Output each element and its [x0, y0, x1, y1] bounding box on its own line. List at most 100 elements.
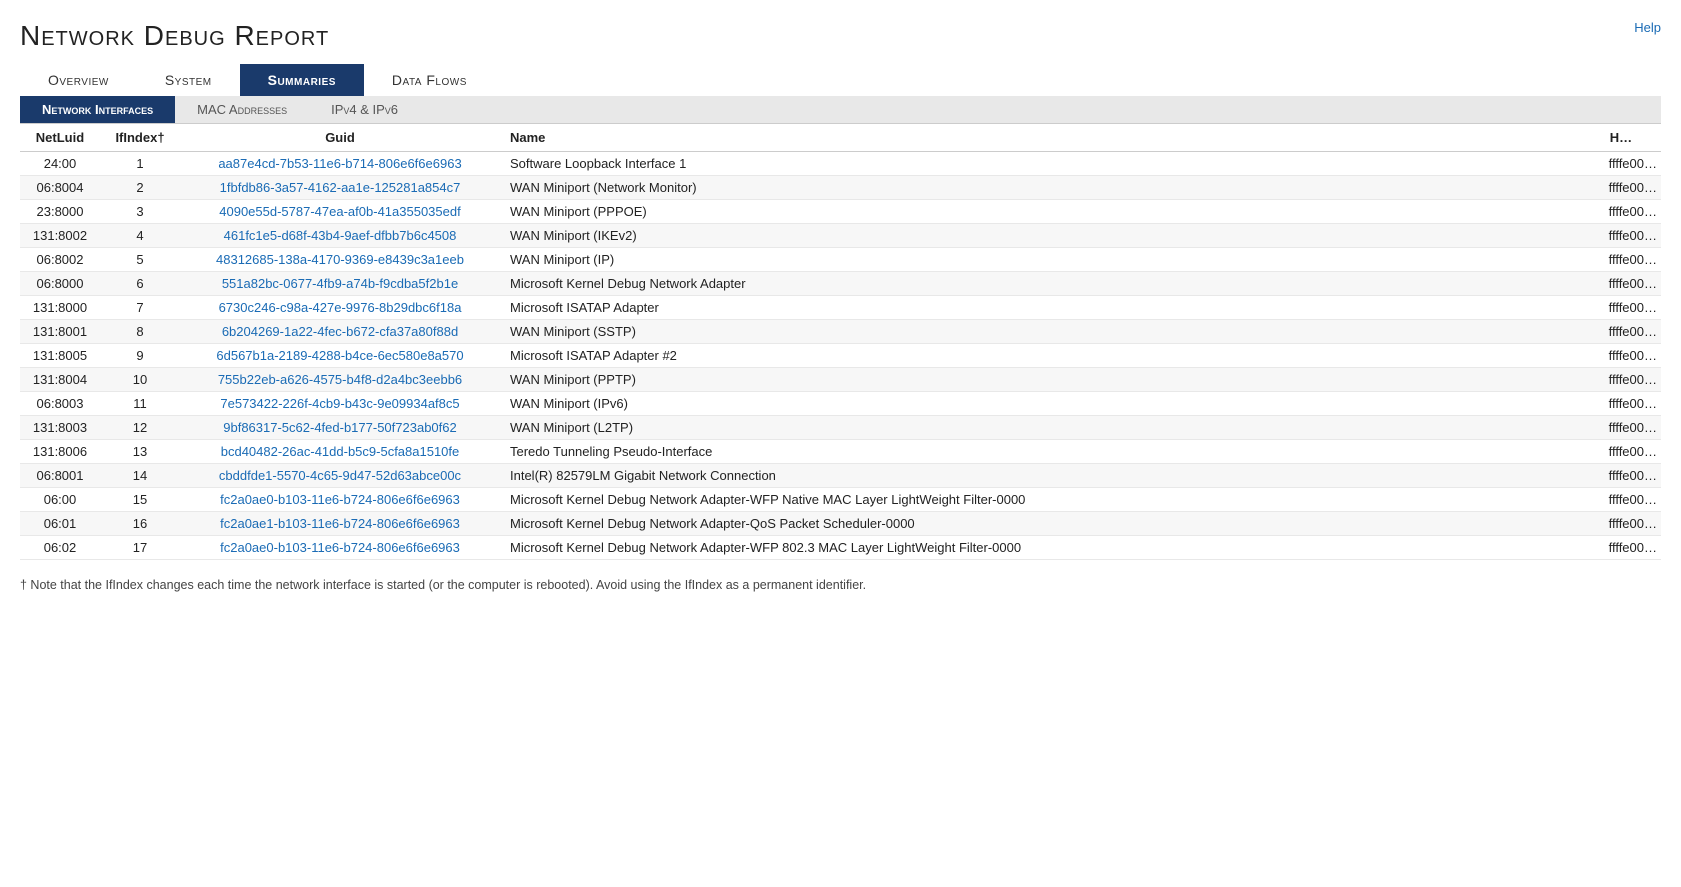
cell-netluid: 06:02 — [20, 536, 100, 560]
sub-tab-network-interfaces[interactable]: Network Interfaces — [20, 96, 175, 123]
cell-guid: 9bf86317-5c62-4fed-b177-50f723ab0f62 — [180, 416, 500, 440]
cell-guid: 755b22eb-a626-4575-b4f8-d2a4bc3eebb6 — [180, 368, 500, 392]
cell-netluid: 06:01 — [20, 512, 100, 536]
cell-guid: cbddfde1-5570-4c65-9d47-52d63abce00c — [180, 464, 500, 488]
cell-name: WAN Miniport (SSTP) — [500, 320, 1581, 344]
table-row: 24:001aa87e4cd-7b53-11e6-b714-806e6f6e69… — [20, 152, 1661, 176]
main-tabs: Overview System Summaries Data Flows — [20, 64, 1661, 96]
cell-ifindex: 3 — [100, 200, 180, 224]
cell-hx: ffffe00… — [1581, 392, 1661, 416]
page: Network Debug Report Help Overview Syste… — [0, 0, 1681, 887]
cell-netluid: 131:8005 — [20, 344, 100, 368]
col-header-hx: H… — [1581, 124, 1661, 152]
table-row: 131:800410755b22eb-a626-4575-b4f8-d2a4bc… — [20, 368, 1661, 392]
cell-name: Software Loopback Interface 1 — [500, 152, 1581, 176]
cell-hx: ffffe00… — [1581, 152, 1661, 176]
table-row: 23:800034090e55d-5787-47ea-af0b-41a35503… — [20, 200, 1661, 224]
table-row: 131:8003129bf86317-5c62-4fed-b177-50f723… — [20, 416, 1661, 440]
cell-netluid: 131:8002 — [20, 224, 100, 248]
tab-overview[interactable]: Overview — [20, 64, 137, 96]
cell-netluid: 06:00 — [20, 488, 100, 512]
cell-guid: aa87e4cd-7b53-11e6-b714-806e6f6e6963 — [180, 152, 500, 176]
table-row: 06:8003117e573422-226f-4cb9-b43c-9e09934… — [20, 392, 1661, 416]
sub-tab-mac-addresses[interactable]: MAC Addresses — [175, 96, 309, 123]
cell-ifindex: 16 — [100, 512, 180, 536]
cell-hx: ffffe00… — [1581, 200, 1661, 224]
cell-hx: ffffe00… — [1581, 488, 1661, 512]
table-row: 131:800596d567b1a-2189-4288-b4ce-6ec580e… — [20, 344, 1661, 368]
cell-ifindex: 10 — [100, 368, 180, 392]
cell-guid: 48312685-138a-4170-9369-e8439c3a1eeb — [180, 248, 500, 272]
cell-hx: ffffe00… — [1581, 248, 1661, 272]
cell-guid: fc2a0ae0-b103-11e6-b724-806e6f6e6963 — [180, 536, 500, 560]
cell-hx: ffffe00… — [1581, 464, 1661, 488]
cell-hx: ffffe00… — [1581, 368, 1661, 392]
table-row: 06:0015fc2a0ae0-b103-11e6-b724-806e6f6e6… — [20, 488, 1661, 512]
cell-guid: 6730c246-c98a-427e-9976-8b29dbc6f18a — [180, 296, 500, 320]
cell-name: WAN Miniport (IP) — [500, 248, 1581, 272]
page-title: Network Debug Report — [20, 20, 1661, 52]
col-header-name: Name — [500, 124, 1581, 152]
cell-name: Intel(R) 82579LM Gigabit Network Connect… — [500, 464, 1581, 488]
col-header-ifindex: IfIndex† — [100, 124, 180, 152]
col-header-guid: Guid — [180, 124, 500, 152]
cell-ifindex: 8 — [100, 320, 180, 344]
cell-hx: ffffe00… — [1581, 296, 1661, 320]
cell-netluid: 131:8006 — [20, 440, 100, 464]
cell-netluid: 06:8003 — [20, 392, 100, 416]
col-header-netluid: NetLuid — [20, 124, 100, 152]
cell-hx: ffffe00… — [1581, 536, 1661, 560]
cell-guid: 6d567b1a-2189-4288-b4ce-6ec580e8a570 — [180, 344, 500, 368]
table-row: 131:800613bcd40482-26ac-41dd-b5c9-5cfa8a… — [20, 440, 1661, 464]
table-row: 131:80024461fc1e5-d68f-43b4-9aef-dfbb7b6… — [20, 224, 1661, 248]
cell-hx: ffffe00… — [1581, 272, 1661, 296]
table-container: NetLuid IfIndex† Guid Name H… 24:001aa87… — [20, 124, 1661, 560]
cell-netluid: 06:8001 — [20, 464, 100, 488]
cell-hx: ffffe00… — [1581, 416, 1661, 440]
cell-hx: ffffe00… — [1581, 344, 1661, 368]
cell-guid: fc2a0ae1-b103-11e6-b724-806e6f6e6963 — [180, 512, 500, 536]
cell-guid: 1fbfdb86-3a57-4162-aa1e-125281a854c7 — [180, 176, 500, 200]
cell-name: WAN Miniport (PPPOE) — [500, 200, 1581, 224]
cell-guid: bcd40482-26ac-41dd-b5c9-5cfa8a1510fe — [180, 440, 500, 464]
cell-name: WAN Miniport (IKEv2) — [500, 224, 1581, 248]
help-link[interactable]: Help — [1634, 20, 1661, 35]
cell-name: Microsoft ISATAP Adapter #2 — [500, 344, 1581, 368]
table-row: 06:800421fbfdb86-3a57-4162-aa1e-125281a8… — [20, 176, 1661, 200]
cell-guid: 4090e55d-5787-47ea-af0b-41a355035edf — [180, 200, 500, 224]
cell-ifindex: 13 — [100, 440, 180, 464]
sub-tab-ipv4-ipv6[interactable]: IPv4 & IPv6 — [309, 96, 420, 123]
sub-tabs: Network Interfaces MAC Addresses IPv4 & … — [20, 96, 1661, 124]
cell-ifindex: 5 — [100, 248, 180, 272]
cell-ifindex: 2 — [100, 176, 180, 200]
cell-name: WAN Miniport (PPTP) — [500, 368, 1581, 392]
table-row: 06:0217fc2a0ae0-b103-11e6-b724-806e6f6e6… — [20, 536, 1661, 560]
footnote: † Note that the IfIndex changes each tim… — [20, 578, 1661, 592]
cell-hx: ffffe00… — [1581, 224, 1661, 248]
cell-name: Microsoft Kernel Debug Network Adapter-W… — [500, 488, 1581, 512]
cell-ifindex: 11 — [100, 392, 180, 416]
cell-name: Microsoft Kernel Debug Network Adapter-W… — [500, 536, 1581, 560]
tab-data-flows[interactable]: Data Flows — [364, 64, 495, 96]
tab-summaries[interactable]: Summaries — [240, 64, 364, 96]
table-row: 06:8002548312685-138a-4170-9369-e8439c3a… — [20, 248, 1661, 272]
cell-name: Microsoft Kernel Debug Network Adapter-Q… — [500, 512, 1581, 536]
cell-name: WAN Miniport (Network Monitor) — [500, 176, 1581, 200]
cell-guid: 6b204269-1a22-4fec-b672-cfa37a80f88d — [180, 320, 500, 344]
cell-ifindex: 14 — [100, 464, 180, 488]
table-row: 06:0116fc2a0ae1-b103-11e6-b724-806e6f6e6… — [20, 512, 1661, 536]
cell-hx: ffffe00… — [1581, 512, 1661, 536]
cell-hx: ffffe00… — [1581, 176, 1661, 200]
cell-netluid: 131:8001 — [20, 320, 100, 344]
table-row: 131:800186b204269-1a22-4fec-b672-cfa37a8… — [20, 320, 1661, 344]
footnote-text: † Note that the IfIndex changes each tim… — [20, 578, 866, 592]
cell-hx: ffffe00… — [1581, 320, 1661, 344]
tab-system[interactable]: System — [137, 64, 240, 96]
cell-guid: 7e573422-226f-4cb9-b43c-9e09934af8c5 — [180, 392, 500, 416]
cell-netluid: 06:8002 — [20, 248, 100, 272]
cell-guid: 461fc1e5-d68f-43b4-9aef-dfbb7b6c4508 — [180, 224, 500, 248]
table-body: 24:001aa87e4cd-7b53-11e6-b714-806e6f6e69… — [20, 152, 1661, 560]
table-row: 06:80006551a82bc-0677-4fb9-a74b-f9cdba5f… — [20, 272, 1661, 296]
cell-ifindex: 15 — [100, 488, 180, 512]
cell-ifindex: 4 — [100, 224, 180, 248]
